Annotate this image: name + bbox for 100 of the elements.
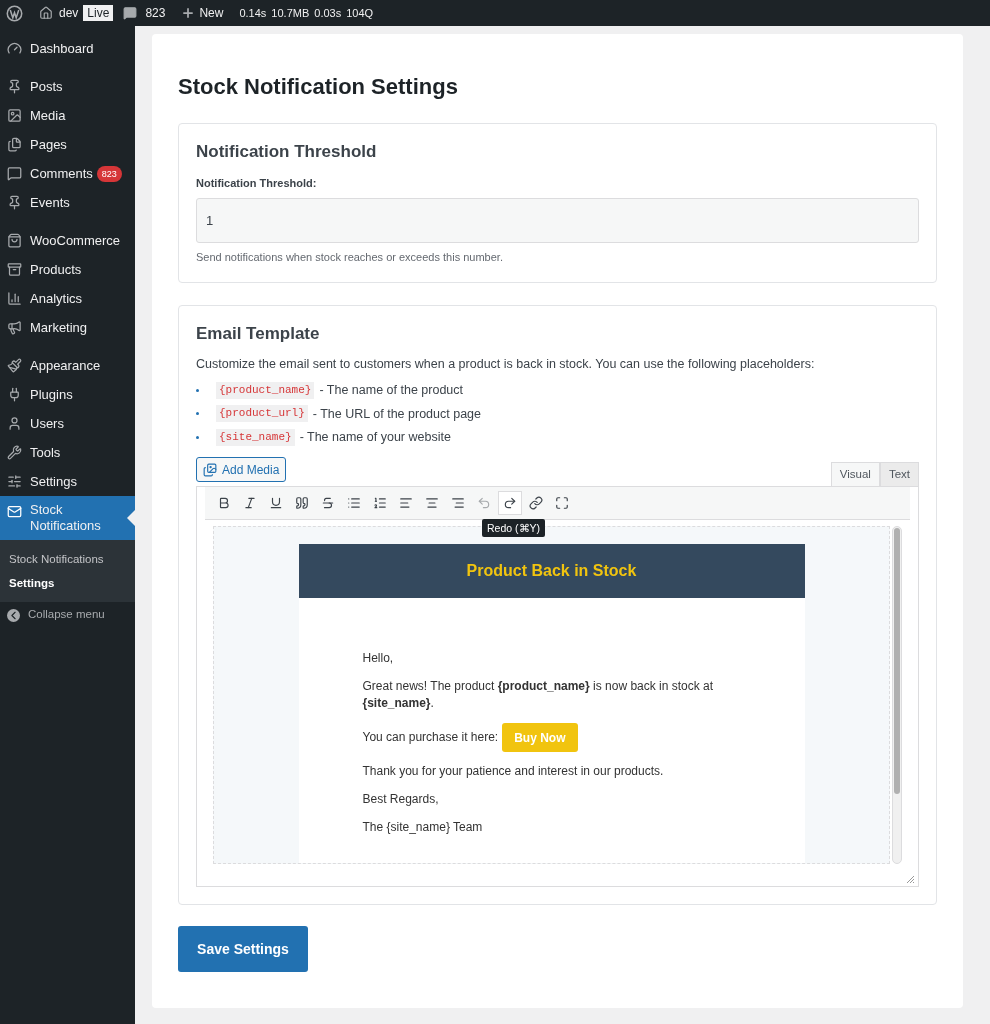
home-icon bbox=[39, 6, 53, 20]
fullscreen-icon bbox=[555, 496, 569, 510]
current-arrow-icon bbox=[127, 510, 135, 526]
comment-icon bbox=[7, 166, 22, 181]
strikethrough-icon bbox=[321, 496, 335, 510]
email-heading: Product Back in Stock bbox=[466, 561, 637, 581]
align-center-icon bbox=[425, 496, 439, 510]
resize-handle-icon[interactable] bbox=[906, 875, 914, 883]
query-stat[interactable]: 0.14s bbox=[239, 4, 267, 22]
quote-icon bbox=[295, 496, 309, 510]
plus-icon bbox=[181, 6, 196, 20]
placeholder-code: {product_name} bbox=[216, 381, 315, 399]
purchase-text: You can purchase it here: bbox=[362, 729, 499, 746]
plug-icon bbox=[7, 387, 22, 402]
wordpress-logo-icon[interactable] bbox=[6, 4, 23, 22]
placeholder-code: {product_url} bbox=[216, 405, 308, 423]
bullet-list-icon bbox=[347, 496, 361, 510]
thanks-text: Thank you for your patience and interest in our products. bbox=[362, 763, 665, 780]
menu-item[interactable]: Users bbox=[0, 409, 135, 438]
threshold-input[interactable]: 1 bbox=[196, 198, 919, 243]
new-link[interactable]: New bbox=[181, 4, 224, 22]
menu-label: Events bbox=[30, 194, 70, 211]
menu-item[interactable]: Products bbox=[0, 255, 135, 284]
comment-icon bbox=[123, 6, 138, 20]
menu-item[interactable]: Posts bbox=[0, 72, 135, 101]
menu-item[interactable]: Tools bbox=[0, 438, 135, 467]
placeholder-description: - The name of your website bbox=[299, 429, 451, 447]
underline-icon bbox=[269, 496, 283, 510]
save-settings-button[interactable]: Save Settings bbox=[178, 926, 308, 972]
editor-tab[interactable]: Visual bbox=[830, 462, 880, 486]
menu-label: Pages bbox=[30, 136, 67, 153]
menu-item[interactable]: Media bbox=[0, 101, 135, 130]
menu-item[interactable]: Analytics bbox=[0, 284, 135, 313]
placeholder-description: - The name of the product bbox=[319, 381, 464, 399]
greeting-text: Hello, bbox=[362, 650, 395, 667]
bold-icon bbox=[217, 496, 231, 510]
collapse-button[interactable]: Collapse menu bbox=[0, 605, 135, 625]
bag-icon bbox=[7, 233, 22, 248]
query-stat[interactable]: 104Q bbox=[346, 4, 374, 22]
wrench-icon bbox=[7, 445, 22, 460]
megaphone-icon bbox=[7, 320, 22, 335]
bullet-icon bbox=[196, 388, 199, 392]
add-media-button[interactable]: Add Media bbox=[196, 457, 287, 482]
signature-text: The {site_name} Team bbox=[362, 819, 484, 836]
menu-item[interactable]: Appearance bbox=[0, 351, 135, 380]
archive-icon bbox=[7, 262, 22, 277]
news-text: Great news! The product {product_name} is now back in stock at {site_name}. bbox=[362, 678, 715, 712]
submenu-item[interactable]: Settings bbox=[0, 571, 135, 595]
bar-chart-icon bbox=[7, 291, 22, 306]
menu-label: Settings bbox=[30, 473, 77, 490]
query-stat[interactable]: 0.03s bbox=[314, 4, 342, 22]
undo-icon bbox=[477, 496, 491, 510]
align-left-icon bbox=[399, 496, 413, 510]
sliders-icon bbox=[7, 474, 22, 489]
pin-icon bbox=[7, 195, 22, 210]
menu-item[interactable]: Stock Notifications bbox=[0, 496, 135, 540]
menu-label: Stock Notifications bbox=[30, 502, 102, 534]
bullet-icon bbox=[196, 436, 199, 440]
menu-label: Tools bbox=[30, 444, 61, 461]
pin-icon bbox=[7, 79, 22, 94]
italic-icon bbox=[243, 496, 257, 510]
user-icon bbox=[7, 416, 22, 431]
menu-label: WooCommerce bbox=[30, 232, 121, 249]
pages-icon bbox=[7, 137, 22, 152]
submenu-item[interactable]: Stock Notifications bbox=[0, 547, 135, 571]
menu-item[interactable]: Settings bbox=[0, 467, 135, 496]
paintbrush-icon bbox=[7, 358, 22, 373]
menu-label: Dashboard bbox=[30, 40, 94, 57]
bullet-icon bbox=[196, 412, 199, 416]
menu-label: Marketing bbox=[30, 319, 88, 336]
menu-item[interactable]: Dashboard bbox=[0, 34, 135, 63]
editor-tab[interactable]: Text bbox=[879, 462, 919, 486]
site-link[interactable]: dev bbox=[39, 4, 79, 22]
section-heading: Email Template bbox=[196, 322, 321, 345]
link-icon bbox=[529, 496, 543, 510]
menu-item[interactable]: Pages bbox=[0, 130, 135, 159]
media-icon bbox=[203, 462, 217, 477]
menu-item[interactable]: Marketing bbox=[0, 313, 135, 342]
tooltip: Redo (⌘Y) bbox=[482, 519, 545, 537]
query-stat[interactable]: 10.7MB bbox=[271, 4, 310, 22]
menu-label: Users bbox=[30, 415, 64, 432]
field-label: Notification Threshold: bbox=[196, 175, 318, 191]
menu-label: Comments bbox=[30, 165, 93, 182]
menu-item[interactable]: Events bbox=[0, 188, 135, 217]
menu-label: Products bbox=[30, 261, 82, 278]
menu-item[interactable]: Plugins bbox=[0, 380, 135, 409]
menu-label: Appearance bbox=[30, 357, 101, 374]
intro-text: Customize the email sent to customers when a product is back in stock. You can use the following placeholders: bbox=[196, 356, 816, 373]
menu-label: Media bbox=[30, 107, 66, 124]
menu-label: Analytics bbox=[30, 290, 83, 307]
comments-link[interactable]: 823 bbox=[123, 4, 166, 22]
redo-icon bbox=[503, 496, 517, 510]
gauge-icon bbox=[7, 41, 22, 56]
menu-label: Plugins bbox=[30, 386, 73, 403]
menu-label: Posts bbox=[30, 78, 63, 95]
help-text: Send notifications when stock reaches or exceeds this number. bbox=[196, 250, 504, 265]
media-icon bbox=[7, 108, 22, 123]
menu-item[interactable]: WooCommerce bbox=[0, 226, 135, 255]
toolbar-button[interactable] bbox=[498, 491, 522, 515]
menu-item[interactable]: Comments 823 bbox=[0, 159, 135, 188]
